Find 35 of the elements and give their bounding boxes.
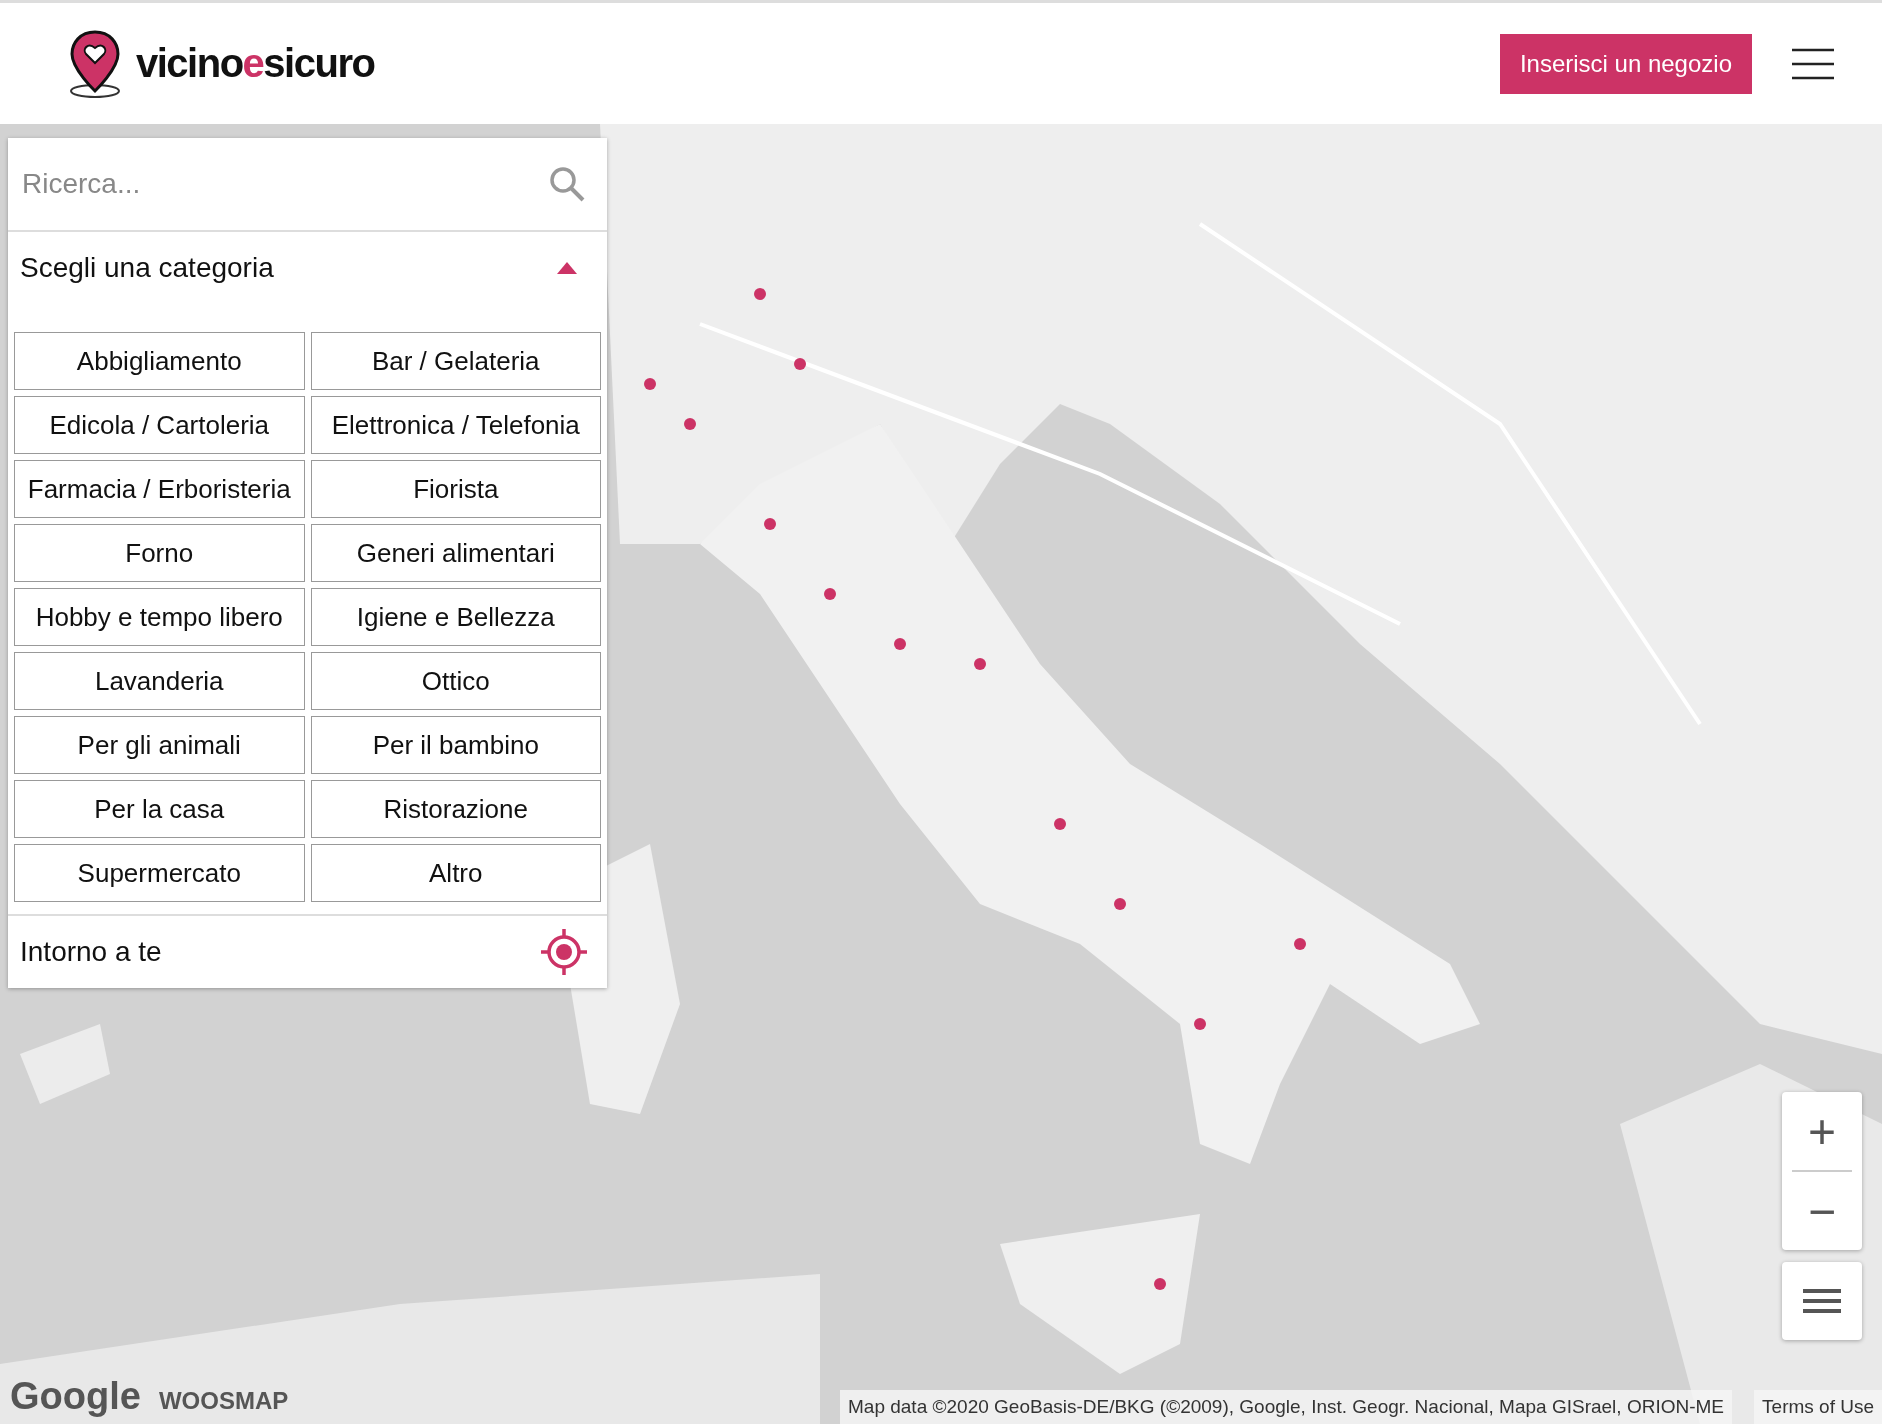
category-button[interactable]: Edicola / Cartoleria	[14, 396, 305, 454]
zoom-in-button[interactable]: +	[1782, 1092, 1862, 1170]
category-button[interactable]: Igiene e Bellezza	[310, 588, 601, 646]
map-attribution: Map data ©2020 GeoBasis-DE/BKG (©2009), Google, Inst. Geogr. Nacional, Mapa GISrael, ORION-ME	[840, 1390, 1732, 1424]
add-store-button[interactable]: Inserisci un negozio	[1499, 33, 1752, 94]
locate-icon[interactable]	[541, 929, 587, 975]
category-button[interactable]: Forno	[14, 524, 305, 582]
map-logo: WOOSMAP	[158, 1387, 289, 1415]
category-button[interactable]: Hobby e tempo libero	[14, 588, 305, 646]
category-button[interactable]: Per la casa	[14, 780, 305, 838]
category-button[interactable]: Generi alimentari	[310, 524, 601, 582]
category-button[interactable]: Farmacia / Erboristeria	[14, 460, 305, 518]
category-button[interactable]: Ristorazione	[310, 780, 601, 838]
logo-wordmark: vicinoesicuro	[136, 41, 375, 86]
category-button[interactable]: Abbigliamento	[14, 332, 305, 390]
nearby-label: Intorno a te	[20, 936, 162, 968]
category-button[interactable]: Bar / Gelateria	[310, 332, 601, 390]
category-button[interactable]: Supermercato	[14, 844, 305, 902]
category-button[interactable]: Per gli animali	[14, 716, 305, 774]
category-button[interactable]: Altro	[310, 844, 601, 902]
layers-button[interactable]	[1782, 1262, 1862, 1340]
category-button[interactable]: Ottico	[310, 652, 601, 710]
category-button[interactable]: Per il bambino	[310, 716, 601, 774]
category-button[interactable]: Fiorista	[310, 460, 601, 518]
menu-icon	[1803, 1288, 1841, 1314]
caret-icon[interactable]	[557, 262, 577, 274]
map-logo: Google	[10, 1375, 141, 1418]
category-dropdown[interactable]: Scegli una categoria	[20, 252, 274, 284]
terms-link[interactable]: Terms of Use	[1754, 1390, 1882, 1424]
zoom-out-button[interactable]: −	[1782, 1172, 1862, 1250]
logo-pin-icon	[68, 28, 122, 99]
menu-icon[interactable]	[1792, 47, 1834, 80]
search-icon[interactable]	[549, 166, 585, 202]
category-button[interactable]: Elettronica / Telefonia	[310, 396, 601, 454]
category-button[interactable]: Lavanderia	[14, 652, 305, 710]
